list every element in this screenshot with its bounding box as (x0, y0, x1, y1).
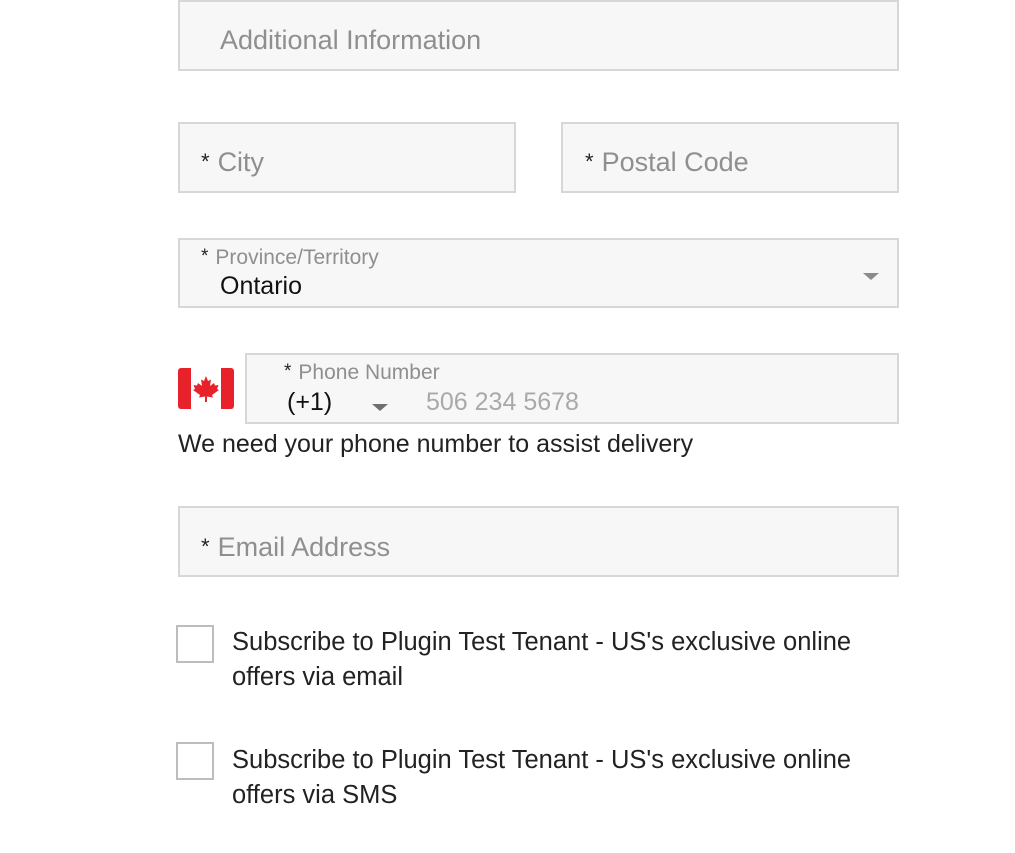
chevron-down-icon[interactable] (372, 404, 388, 411)
city-placeholder-text: City (217, 147, 265, 177)
chevron-down-icon (863, 273, 879, 280)
province-label-text: Province/Territory (215, 246, 379, 269)
canada-flag-icon[interactable] (178, 368, 234, 409)
phone-number-field[interactable]: * Phone Number (+1) 506 234 5678 (245, 353, 899, 424)
phone-number-label: * Phone Number (284, 361, 440, 385)
phone-helper-text: We need your phone number to assist deli… (178, 430, 694, 458)
required-marker: * (201, 246, 209, 267)
country-code-select[interactable]: (+1) (287, 388, 332, 417)
postal-code-placeholder: * Postal Code (585, 147, 749, 178)
subscribe-sms-label[interactable]: Subscribe to Plugin Test Tenant - US's e… (232, 743, 912, 813)
subscribe-email-checkbox[interactable] (176, 625, 214, 663)
subscribe-sms-checkbox[interactable] (176, 742, 214, 780)
postal-code-input[interactable]: * Postal Code (561, 122, 899, 193)
required-marker: * (201, 149, 210, 174)
additional-information-input[interactable]: Additional Information (178, 0, 899, 71)
subscribe-email-label[interactable]: Subscribe to Plugin Test Tenant - US's e… (232, 625, 912, 695)
phone-number-input[interactable]: 506 234 5678 (426, 388, 579, 417)
additional-information-placeholder: Additional Information (220, 25, 482, 55)
postal-code-placeholder-text: Postal Code (601, 147, 749, 177)
required-marker: * (201, 534, 210, 559)
province-select[interactable]: * Province/Territory Ontario (178, 238, 899, 308)
city-placeholder: * City (201, 147, 264, 178)
city-input[interactable]: * City (178, 122, 516, 193)
required-marker: * (284, 361, 292, 382)
required-marker: * (585, 149, 594, 174)
province-label: * Province/Territory (201, 246, 379, 270)
address-form: Additional Information * City * Postal Cod… (0, 0, 1015, 853)
phone-number-label-text: Phone Number (298, 361, 440, 384)
email-address-placeholder: * Email Address (201, 532, 390, 563)
email-address-input[interactable]: * Email Address (178, 506, 899, 577)
province-selected-value: Ontario (220, 272, 302, 300)
email-address-placeholder-text: Email Address (217, 532, 391, 562)
